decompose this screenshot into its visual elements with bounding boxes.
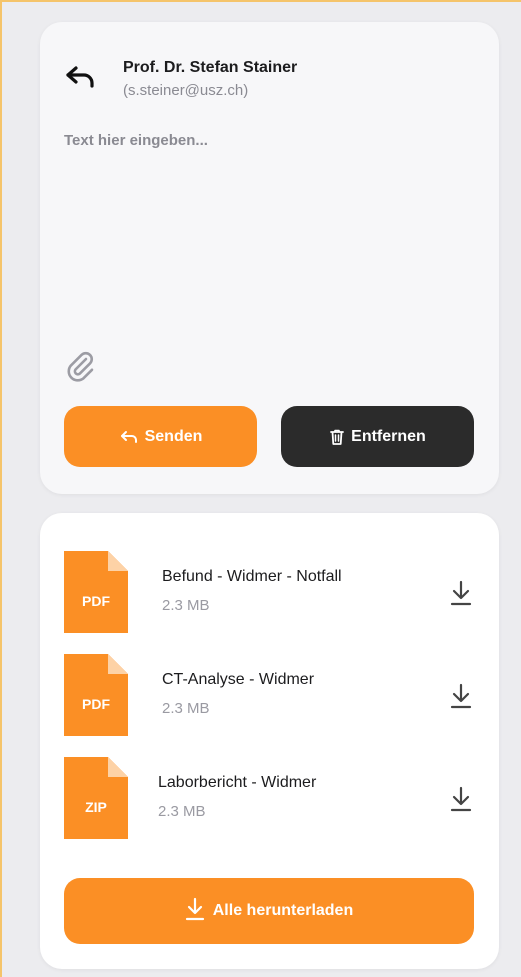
file-size: 2.3 MB [162,597,210,614]
file-name: CT-Analyse - Widmer [162,671,315,688]
download-icon [185,897,205,926]
remove-button[interactable]: Entfernen [281,406,474,467]
file-name: Befund - Widmer - Notfall [162,568,342,585]
download-icon[interactable] [446,783,476,815]
download-icon[interactable] [446,680,476,712]
file-name: Laborbericht - Widmer [158,774,317,791]
file-list-item: ZIP Laborbericht - Widmer 2.3 MB [64,757,484,839]
trash-icon [329,428,345,446]
document-icon [64,551,128,633]
file-type-label: ZIP [85,799,107,815]
document-icon [64,654,128,736]
recipient-email: (s.steiner@usz.ch) [123,82,249,99]
file-list-item: PDF Befund - Widmer - Notfall 2.3 MB [64,551,484,633]
message-input[interactable] [64,132,474,342]
download-all-button[interactable]: Alle herunterladen [64,878,474,944]
download-all-label: Alle herunterladen [212,902,354,919]
download-icon[interactable] [446,577,476,609]
file-size: 2.3 MB [162,700,210,717]
back-reply-icon[interactable] [62,62,98,92]
send-button[interactable]: Senden [64,406,257,467]
file-size: 2.3 MB [158,803,206,820]
paperclip-icon[interactable] [62,348,98,384]
app-frame: Prof. Dr. Stefan Stainer (s.steiner@usz.… [0,0,521,977]
attachments-card: PDF Befund - Widmer - Notfall 2.3 MB PDF… [40,513,499,969]
file-type-label: PDF [82,593,110,609]
remove-button-label: Entfernen [351,427,426,445]
reply-compose-card: Prof. Dr. Stefan Stainer (s.steiner@usz.… [40,22,499,494]
send-button-label: Senden [144,427,203,445]
file-list-item: PDF CT-Analyse - Widmer 2.3 MB [64,654,484,736]
archive-icon [64,757,128,839]
recipient-name: Prof. Dr. Stefan Stainer [123,59,298,76]
file-type-label: PDF [82,696,110,712]
reply-arrow-icon [119,429,139,445]
